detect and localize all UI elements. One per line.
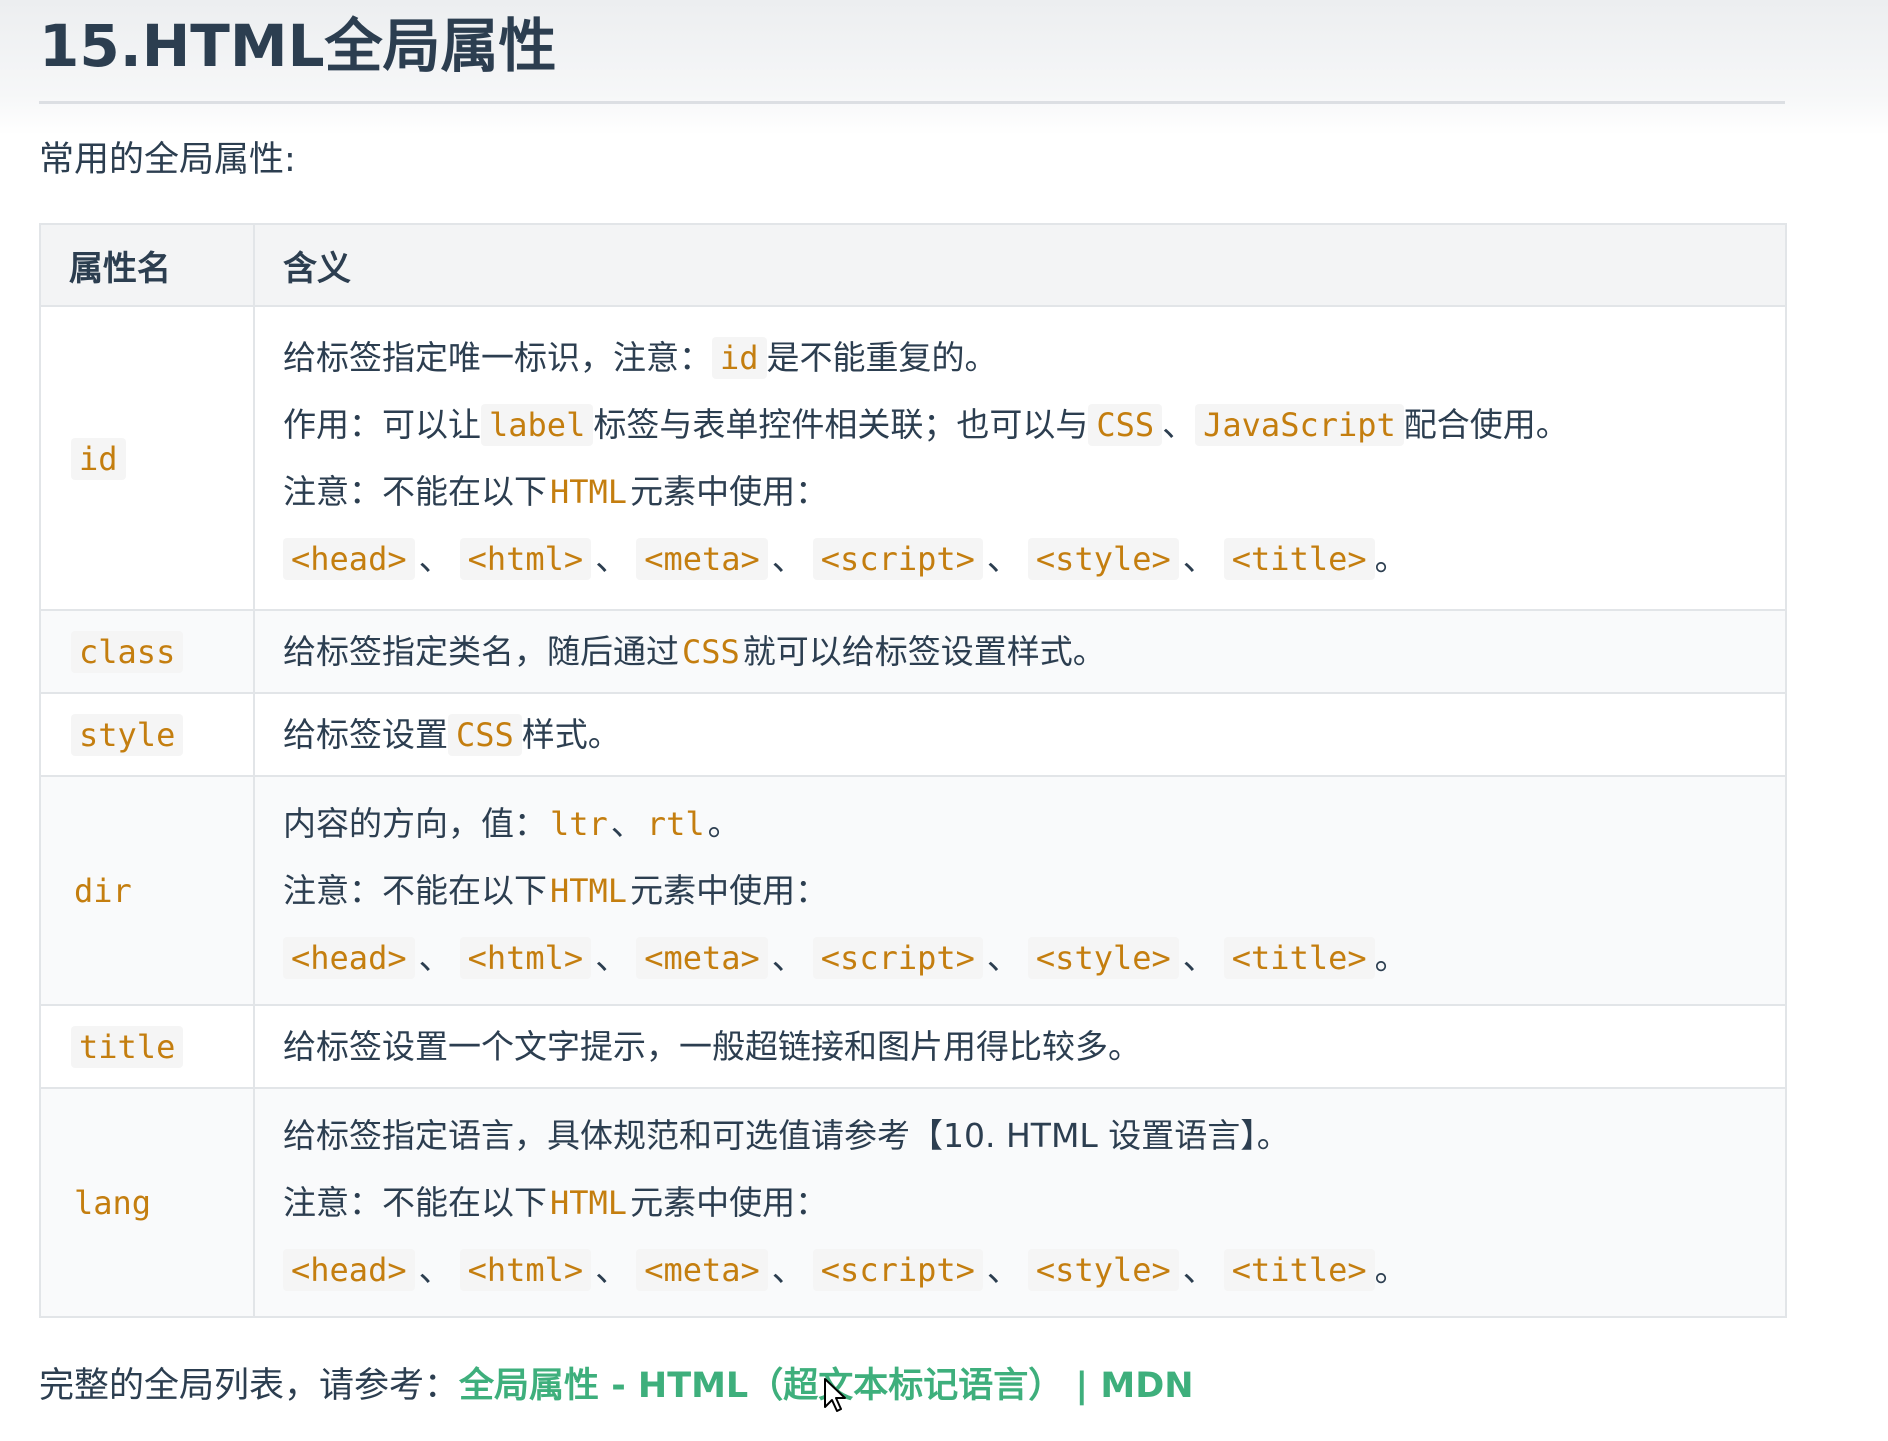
dir-element-list: <head>、 <html>、 <meta>、 <script>、 <style>、 <t… <box>283 924 1757 991</box>
table-row-class: class 给标签指定类名，随后通过CSS就可以给标签设置样式。 <box>39 609 1787 694</box>
inline-code: label <box>481 404 594 446</box>
intro-text: 常用的全局属性: <box>39 140 296 180</box>
attr-name-title: title <box>71 1026 184 1068</box>
meaning-title: 给标签设置一个文字提示，一般超链接和图片用得比较多。 <box>253 1004 1787 1089</box>
table-row-lang: lang 给标签指定语言，具体规范和可选值请参考【10. HTML 设置语言】。… <box>39 1087 1787 1318</box>
element-tag: <html> <box>459 1249 592 1291</box>
element-tag: <style> <box>1027 937 1179 979</box>
inline-code: id <box>712 337 767 379</box>
global-attributes-table: 属性名 含义 id 给标签指定唯一标识，注意： id 是不能重复的。 作用：可以让 l… <box>39 223 1787 1318</box>
inline-code: CSS <box>1088 404 1163 446</box>
element-tag: <title> <box>1223 1249 1375 1291</box>
id-element-list: <head>、 <html>、 <meta>、 <script>、 <style>、 <t… <box>283 525 1757 592</box>
element-tag: <meta> <box>636 538 768 580</box>
meaning-class: 给标签指定类名，随后通过CSS就可以给标签设置样式。 <box>253 609 1787 694</box>
inline-code: JavaScript <box>1195 404 1404 446</box>
inline-code: rtl <box>646 805 705 843</box>
inline-code: HTML <box>550 872 628 910</box>
id-line-1: 给标签指定唯一标识，注意： id 是不能重复的。 <box>283 337 998 379</box>
element-tag: <title> <box>1223 937 1375 979</box>
element-tag: <title> <box>1223 538 1375 580</box>
table-row-style: style 给标签设置 CSS 样式。 <box>39 692 1787 777</box>
id-line-3: 注意：不能在以下HTML元素中使用： <box>283 472 829 511</box>
mouse-pointer-icon <box>824 1378 846 1412</box>
attr-name-lang: lang <box>74 1184 152 1222</box>
element-tag: <html> <box>459 937 592 979</box>
table-row-title: title 给标签设置一个文字提示，一般超链接和图片用得比较多。 <box>39 1004 1787 1089</box>
element-tag: <style> <box>1027 1249 1179 1291</box>
inline-code: HTML <box>550 473 628 511</box>
meaning-style: 给标签设置 CSS 样式。 <box>253 692 1787 777</box>
attr-name-dir: dir <box>74 872 132 910</box>
inline-code: CSS <box>448 714 522 756</box>
element-tag: <head> <box>283 937 415 979</box>
element-tag: <script> <box>812 1249 983 1291</box>
element-tag: <meta> <box>636 937 768 979</box>
meaning-lang: 给标签指定语言，具体规范和可选值请参考【10. HTML 设置语言】。 注意：不… <box>253 1087 1787 1318</box>
id-line-2: 作用：可以让 label 标签与表单控件相关联；也可以与 CSS、 JavaScript… <box>283 404 1569 446</box>
table-row-dir: dir 内容的方向，值：ltr、rtl。 注意：不能在以下HTML元素中使用： … <box>39 775 1787 1006</box>
table-row-id: id 给标签指定唯一标识，注意： id 是不能重复的。 作用：可以让 label 标签与… <box>39 305 1787 611</box>
element-tag: <html> <box>459 538 592 580</box>
attr-name-style: style <box>71 714 184 756</box>
element-tag: <head> <box>283 1249 415 1291</box>
meaning-dir: 内容的方向，值：ltr、rtl。 注意：不能在以下HTML元素中使用： <hea… <box>253 775 1787 1006</box>
header-attr-name: 属性名 <box>39 223 255 307</box>
inline-code: HTML <box>550 1184 628 1222</box>
footer-prefix: 完整的全局列表，请参考： <box>39 1366 460 1406</box>
table-header-row: 属性名 含义 <box>39 223 1787 307</box>
element-tag: <style> <box>1027 538 1179 580</box>
page: 15.HTML全局属性 常用的全局属性: 属性名 含义 id 给标签指定唯一标识… <box>0 0 1888 1441</box>
article: 15.HTML全局属性 常用的全局属性: 属性名 含义 id 给标签指定唯一标识… <box>39 0 1787 1414</box>
element-tag: <script> <box>812 538 983 580</box>
reference-footer: 完整的全局列表，请参考：全局属性 - HTML（超文本标记语言） | MDN <box>39 1358 1785 1414</box>
lang-element-list: <head>、 <html>、 <meta>、 <script>、 <style>、 <t… <box>283 1236 1757 1303</box>
meaning-id: 给标签指定唯一标识，注意： id 是不能重复的。 作用：可以让 label 标签与表单控… <box>253 305 1787 611</box>
header-meaning: 含义 <box>253 223 1787 307</box>
attr-name-class: class <box>71 631 184 673</box>
page-title: 15.HTML全局属性 <box>39 0 1785 104</box>
inline-code: ltr <box>550 805 608 843</box>
inline-code: CSS <box>682 633 740 671</box>
attr-name-id: id <box>71 437 126 480</box>
element-tag: <script> <box>812 937 983 979</box>
element-tag: <meta> <box>636 1249 768 1291</box>
element-tag: <head> <box>283 538 415 580</box>
